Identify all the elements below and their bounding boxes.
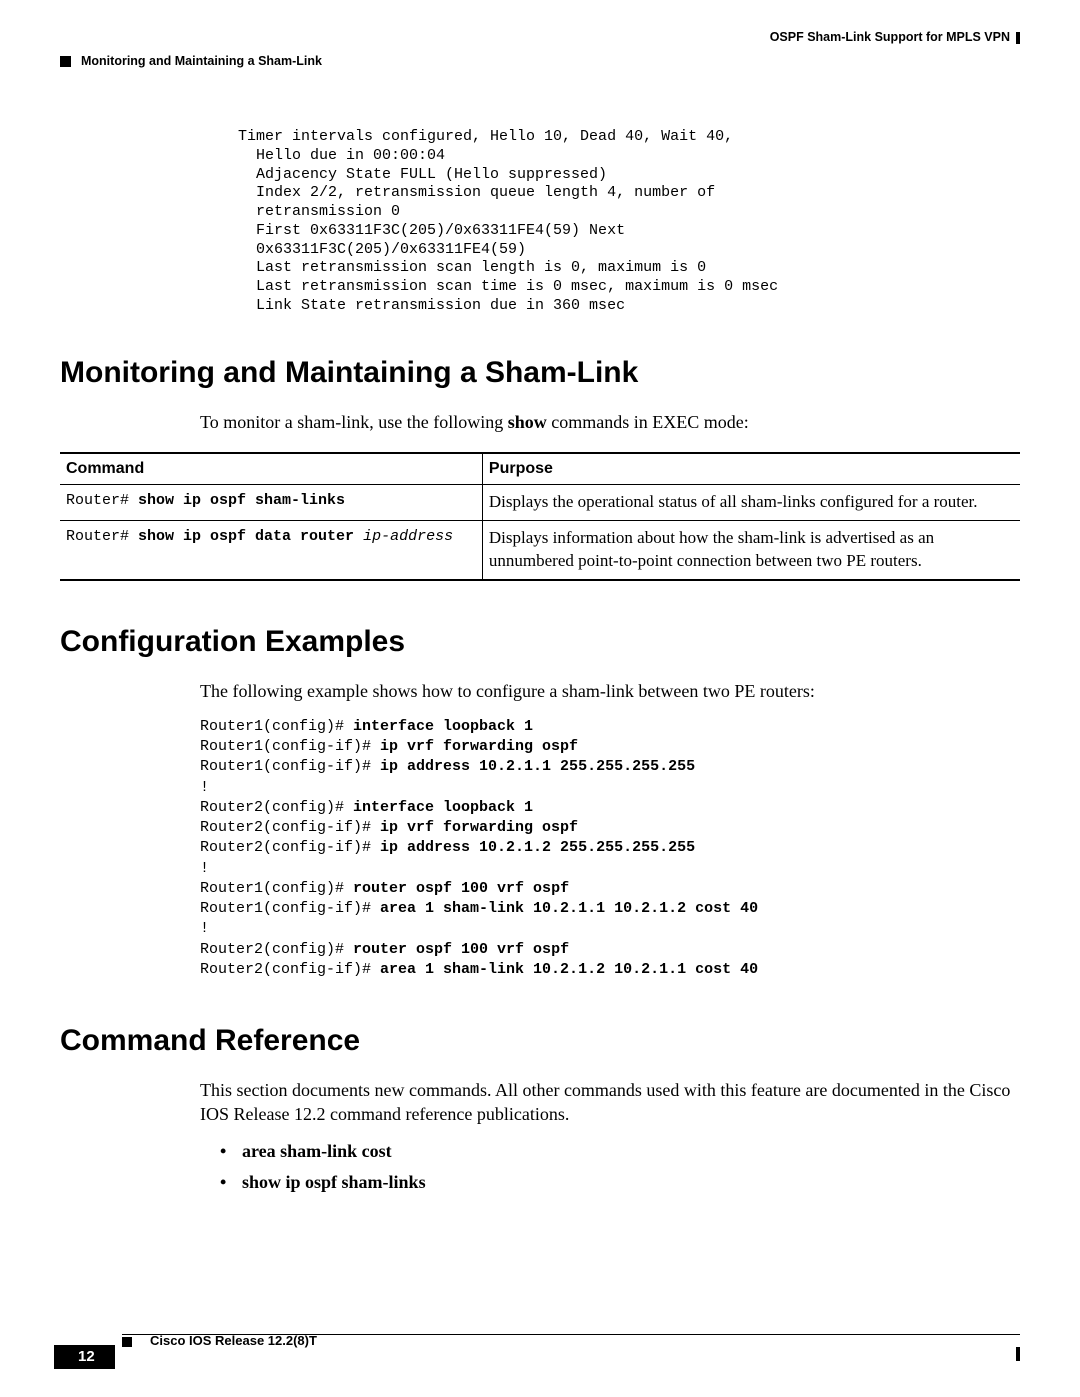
command-ref-list: area sham-link cost show ip ospf sham-li… — [220, 1141, 1020, 1193]
purpose-cell: Displays information about how the sham-… — [482, 520, 1020, 579]
header-left-text: Monitoring and Maintaining a Sham-Link — [81, 54, 322, 68]
footer-right-bar-icon — [1016, 1347, 1020, 1361]
list-item: show ip ospf sham-links — [220, 1172, 1020, 1193]
section-heading-config-examples: Configuration Examples — [60, 625, 1020, 659]
header-doc-title: OSPF Sham-Link Support for MPLS VPN — [770, 30, 1020, 44]
command-ref-intro: This section documents new commands. All… — [200, 1078, 1020, 1127]
purpose-cell: Displays the operational status of all s… — [482, 484, 1020, 520]
table-header-purpose: Purpose — [482, 453, 1020, 485]
table-row: Router# show ip ospf sham-links Displays… — [60, 484, 1020, 520]
cmd-cell: Router# show ip ospf data router ip-addr… — [60, 520, 482, 579]
header-section-title: Monitoring and Maintaining a Sham-Link — [60, 54, 322, 68]
footer-page-number: 12 — [54, 1345, 115, 1369]
monitoring-intro: To monitor a sham-link, use the followin… — [200, 410, 1020, 434]
command-table: Command Purpose Router# show ip ospf sha… — [60, 452, 1020, 581]
section-heading-command-reference: Command Reference — [60, 1024, 1020, 1058]
running-header: OSPF Sham-Link Support for MPLS VPN Moni… — [60, 30, 1020, 68]
config-intro: The following example shows how to confi… — [200, 679, 1020, 703]
header-right-text: OSPF Sham-Link Support for MPLS VPN — [770, 30, 1010, 44]
footer-release-text: Cisco IOS Release 12.2(8)T — [150, 1333, 317, 1348]
table-row: Router# show ip ospf data router ip-addr… — [60, 520, 1020, 579]
output-block: Timer intervals configured, Hello 10, De… — [220, 128, 1020, 316]
cmd-cell: Router# show ip ospf sham-links — [60, 484, 482, 520]
table-header-command: Command — [60, 453, 482, 485]
list-item: area sham-link cost — [220, 1141, 1020, 1162]
footer-marker-icon — [122, 1337, 132, 1347]
config-example-block: Router1(config)# interface loopback 1 Ro… — [200, 717, 1020, 980]
page-footer: Cisco IOS Release 12.2(8)T 12 — [0, 1334, 1080, 1369]
section-heading-monitoring: Monitoring and Maintaining a Sham-Link — [60, 356, 1020, 390]
